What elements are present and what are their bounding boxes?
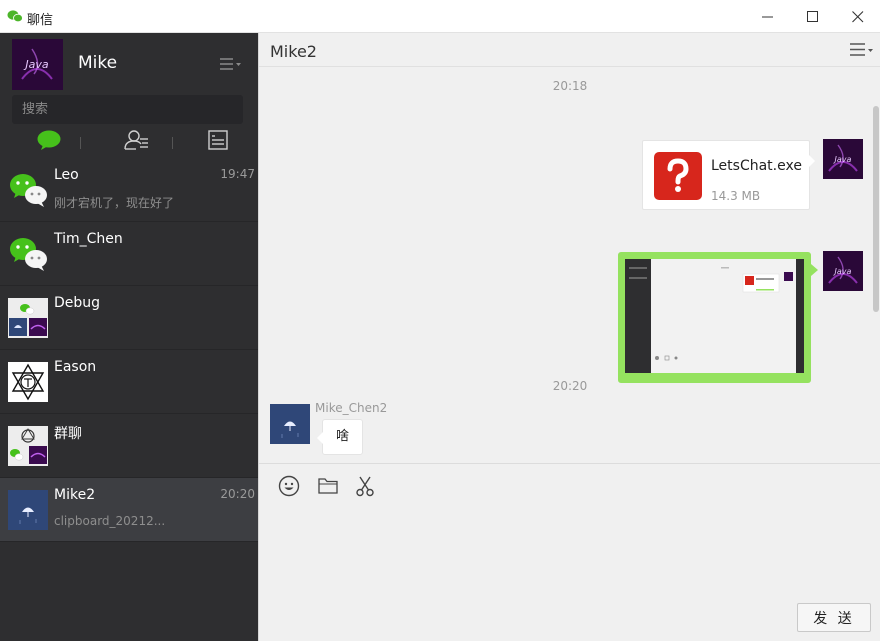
sender-name: Mike_Chen2 [315, 401, 388, 415]
avatar [8, 490, 48, 530]
conversation-title: Mike2 [270, 42, 317, 61]
tab-favorites[interactable] [198, 125, 238, 155]
screenshot-thumbnail [625, 259, 804, 373]
scissors-icon [356, 476, 374, 497]
umbrella-avatar-icon [8, 490, 48, 530]
avatar-text: Java [833, 155, 852, 164]
chat-bubble-icon [37, 130, 61, 150]
scrollbar[interactable] [873, 106, 879, 312]
chat-preview: 刚才宕机了，现在好了 [54, 196, 175, 210]
avatar[interactable]: Java [823, 251, 863, 291]
contacts-icon [124, 130, 148, 150]
avatar[interactable]: Java [823, 139, 863, 179]
avatar [8, 234, 48, 274]
profile-avatar-text: Java [23, 58, 48, 71]
bubble-tail [809, 155, 815, 167]
tab-contacts[interactable] [117, 125, 157, 155]
profile-avatar[interactable]: Java [12, 39, 63, 90]
search-input[interactable] [12, 95, 243, 124]
text-message[interactable]: 啥 [317, 419, 364, 455]
chat-name: Debug [54, 295, 101, 311]
chat-name: 群聊 [54, 426, 82, 442]
java-logo-icon: Java [823, 139, 863, 179]
send-file-button[interactable] [315, 474, 341, 498]
avatar [8, 298, 48, 338]
send-button[interactable]: 发 送 [797, 603, 871, 632]
maximize-button[interactable] [790, 0, 836, 33]
minimize-icon [762, 16, 773, 17]
favorites-icon [208, 130, 228, 150]
wechat-avatar-icon [8, 170, 48, 210]
file-name: LetsChat.exe [711, 158, 802, 174]
group-avatar-icon [8, 298, 48, 338]
message-timestamp: 20:20 [552, 379, 588, 393]
maximize-icon [807, 10, 818, 22]
title-bar: 聊信 [0, 0, 880, 33]
unknown-file-icon [654, 152, 702, 200]
chat-name: Tim_Chen [54, 231, 123, 247]
avatar-text: Java [833, 267, 852, 276]
java-logo-icon: Java [12, 39, 63, 90]
conversation-panel: Mike2 20:18 LetsChat.exe 14.3 MB Java Ja… [258, 33, 880, 641]
chat-item-group[interactable]: 群聊 [0, 414, 258, 478]
profile-name: Mike [78, 53, 118, 73]
chat-name: Mike2 [54, 487, 96, 503]
avatar [8, 426, 48, 466]
conversation-header: Mike2 [259, 33, 880, 67]
chat-item-debug[interactable]: Debug [0, 286, 258, 350]
java-logo-icon: Java [823, 251, 863, 291]
menu-icon [850, 43, 873, 56]
wechat-icon [7, 10, 23, 23]
emoji-icon [278, 475, 300, 497]
folder-icon [318, 478, 338, 494]
umbrella-avatar-icon [270, 404, 310, 444]
chat-name: Leo [54, 167, 79, 183]
nav-divider [80, 137, 81, 149]
bubble-tail [811, 264, 818, 276]
conversation-menu-button[interactable] [849, 42, 875, 58]
avatar [8, 362, 48, 402]
chat-item-leo[interactable]: Leo 19:47 刚才宕机了，现在好了 [0, 158, 258, 222]
minimize-button[interactable] [745, 0, 791, 33]
chat-item-mike2[interactable]: Mike2 20:20 clipboard_20212... [0, 478, 258, 542]
chat-time: 20:20 [220, 487, 255, 501]
message-list: 20:18 LetsChat.exe 14.3 MB Java Java 20:… [259, 68, 880, 463]
window-title: 聊信 [27, 13, 54, 28]
chat-preview: clipboard_20212... [54, 514, 166, 528]
chat-item-eason[interactable]: Eason [0, 350, 258, 414]
sidebar: Java Mike 搜索 Leo 19:47 刚才宕机了，现在好了 Tim_Ch… [0, 33, 258, 641]
avatar [8, 170, 48, 210]
close-icon [852, 10, 864, 22]
tab-chats[interactable] [29, 125, 69, 155]
wechat-avatar-icon [8, 234, 48, 274]
file-size: 14.3 MB [711, 189, 761, 203]
composer[interactable]: 发 送 [259, 463, 880, 641]
close-button[interactable] [835, 0, 880, 33]
screenshot-button[interactable] [352, 474, 378, 498]
profile-menu-button[interactable] [219, 56, 243, 72]
emoji-button[interactable] [276, 474, 302, 498]
menu-icon [220, 58, 241, 70]
image-message[interactable] [618, 252, 818, 383]
nav-tabs [0, 125, 258, 155]
nav-divider [172, 137, 173, 149]
group-avatar-icon [8, 426, 48, 466]
file-message[interactable]: LetsChat.exe 14.3 MB [642, 140, 815, 210]
chat-time: 19:47 [220, 167, 255, 181]
avatar[interactable] [270, 404, 310, 444]
geometric-avatar-icon [8, 362, 48, 402]
message-text: 啥 [336, 429, 350, 444]
chat-item-tim-chen[interactable]: Tim_Chen [0, 222, 258, 286]
bubble-tail [317, 432, 323, 444]
chat-name: Eason [54, 359, 97, 375]
message-timestamp: 20:18 [552, 79, 588, 93]
